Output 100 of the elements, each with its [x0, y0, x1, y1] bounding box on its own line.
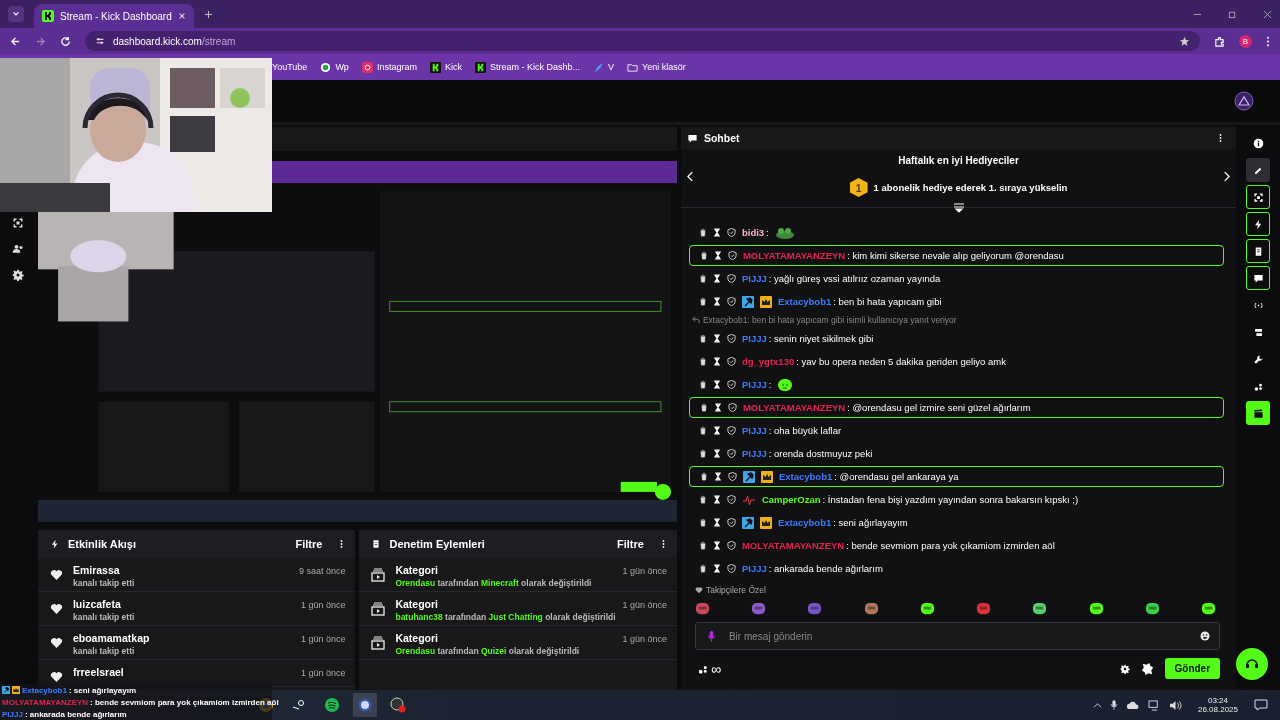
trash-icon[interactable]	[698, 449, 707, 458]
emote-icon[interactable]	[1201, 601, 1217, 616]
username[interactable]: PIJJJ	[741, 273, 767, 284]
username[interactable]: bidi3	[741, 227, 765, 238]
trash-icon[interactable]	[699, 403, 708, 412]
shield-icon[interactable]	[726, 228, 736, 237]
close-window-icon[interactable]	[1263, 9, 1272, 19]
hourglass-icon[interactable]	[713, 251, 722, 260]
shield-icon[interactable]	[727, 251, 737, 260]
username[interactable]: Extacybob1	[778, 471, 833, 482]
username[interactable]: PIJJJ	[741, 448, 767, 459]
more-icon[interactable]	[1266, 35, 1270, 47]
shield-icon[interactable]	[726, 380, 736, 389]
sidebar-tool-button[interactable]	[1246, 212, 1271, 236]
channel-avatar[interactable]	[1234, 91, 1254, 111]
bookmark[interactable]: Instagram	[361, 61, 417, 73]
emote-icon[interactable]	[1032, 601, 1048, 616]
emoji-icon[interactable]	[1200, 631, 1211, 641]
settings-icon[interactable]	[11, 269, 24, 281]
music-icon[interactable]	[324, 697, 340, 713]
site-settings-icon[interactable]	[95, 36, 105, 46]
sidebar-tool-button[interactable]	[1246, 401, 1271, 425]
trash-icon[interactable]	[698, 426, 707, 435]
bookmark[interactable]: Wp	[320, 61, 349, 73]
support-button[interactable]	[1236, 648, 1269, 680]
sidebar-tool-button[interactable]	[1246, 266, 1271, 290]
username[interactable]: MOLYATAMAYANZEYN	[742, 402, 846, 413]
shield-icon[interactable]	[727, 472, 737, 481]
shield-icon[interactable]	[726, 541, 736, 550]
shield-icon[interactable]	[726, 495, 736, 504]
trash-icon[interactable]	[698, 380, 707, 389]
username[interactable]: Extacybob1	[777, 517, 832, 528]
send-button[interactable]: Gönder	[1164, 658, 1221, 679]
username[interactable]: PIJJJ	[741, 379, 767, 390]
browser-tab[interactable]: Stream - Kick Dashboard	[34, 4, 194, 28]
extensions-icon[interactable]	[1214, 35, 1225, 47]
shield-icon[interactable]	[726, 449, 736, 458]
chevron-right-icon[interactable]	[1223, 170, 1231, 182]
shield-icon[interactable]	[727, 403, 737, 412]
bookmark[interactable]: V	[592, 61, 614, 73]
star-icon[interactable]	[1179, 35, 1190, 47]
shield-icon[interactable]	[726, 297, 736, 306]
username[interactable]: MOLYATAMAYANZEYN	[742, 250, 846, 261]
emote-icon[interactable]	[1088, 601, 1104, 616]
forward-icon[interactable]	[35, 35, 46, 47]
collapse-icon[interactable]	[952, 203, 965, 213]
settings-icon[interactable]	[1119, 663, 1130, 674]
username[interactable]: PIJJJ	[741, 563, 767, 574]
users-icon[interactable]	[11, 243, 24, 255]
hourglass-icon[interactable]	[712, 297, 721, 306]
more-icon[interactable]	[340, 539, 344, 549]
trash-icon[interactable]	[698, 334, 707, 343]
trash-icon[interactable]	[698, 357, 707, 366]
chevron-left-icon[interactable]	[686, 170, 694, 182]
address-bar[interactable]: dashboard.kick.com/stream	[85, 31, 1200, 51]
hourglass-icon[interactable]	[712, 380, 721, 389]
filter-button[interactable]: Filtre	[295, 538, 323, 550]
close-icon[interactable]	[178, 12, 186, 20]
hourglass-icon[interactable]	[712, 274, 721, 283]
microphone-icon[interactable]	[1109, 699, 1118, 711]
trash-icon[interactable]	[698, 274, 707, 283]
username[interactable]: MOLYATAMAYANZEYN	[741, 540, 845, 551]
sidebar-tool-button[interactable]	[1246, 185, 1271, 209]
hourglass-icon[interactable]	[712, 449, 721, 458]
tab-menu-button[interactable]	[8, 6, 24, 22]
more-icon[interactable]	[661, 539, 665, 549]
new-tab-icon[interactable]	[204, 9, 213, 19]
hourglass-icon[interactable]	[712, 495, 721, 504]
back-icon[interactable]	[10, 35, 21, 47]
hourglass-icon[interactable]	[712, 334, 721, 343]
bookmark[interactable]: Stream - Kick Dashb...	[474, 61, 580, 73]
hourglass-icon[interactable]	[713, 472, 722, 481]
username[interactable]: PIJJJ	[741, 425, 767, 436]
username[interactable]: dg_ygtx130	[741, 356, 795, 367]
bookmark[interactable]: Kick	[429, 61, 462, 73]
caret-icon[interactable]	[1092, 700, 1102, 710]
trash-icon[interactable]	[698, 564, 707, 573]
cloud-icon[interactable]	[1125, 700, 1140, 710]
sidebar-tool-button[interactable]	[1246, 239, 1271, 263]
record-app-icon[interactable]	[390, 697, 406, 713]
hourglass-icon[interactable]	[712, 228, 721, 237]
username[interactable]: PIJJJ	[741, 333, 767, 344]
hourglass-icon[interactable]	[712, 518, 721, 527]
restore-icon[interactable]	[1228, 9, 1237, 19]
trash-icon[interactable]	[699, 472, 708, 481]
shield-icon[interactable]	[726, 426, 736, 435]
emote-icon[interactable]	[919, 601, 935, 616]
network-icon[interactable]	[1147, 699, 1161, 711]
frame-icon[interactable]	[11, 217, 24, 229]
hourglass-icon[interactable]	[712, 426, 721, 435]
trash-icon[interactable]	[698, 495, 707, 504]
emote-icon[interactable]	[1144, 601, 1160, 616]
more-icon[interactable]	[1219, 133, 1223, 143]
disc-app-icon[interactable]	[353, 693, 377, 717]
shield-icon[interactable]	[726, 334, 736, 343]
message-input[interactable]: Bir mesaj gönderin	[694, 622, 1221, 650]
trash-icon[interactable]	[699, 251, 708, 260]
sidebar-tool-button[interactable]	[1246, 158, 1271, 182]
trash-icon[interactable]	[698, 518, 707, 527]
profile-avatar[interactable]: B	[1239, 34, 1252, 48]
